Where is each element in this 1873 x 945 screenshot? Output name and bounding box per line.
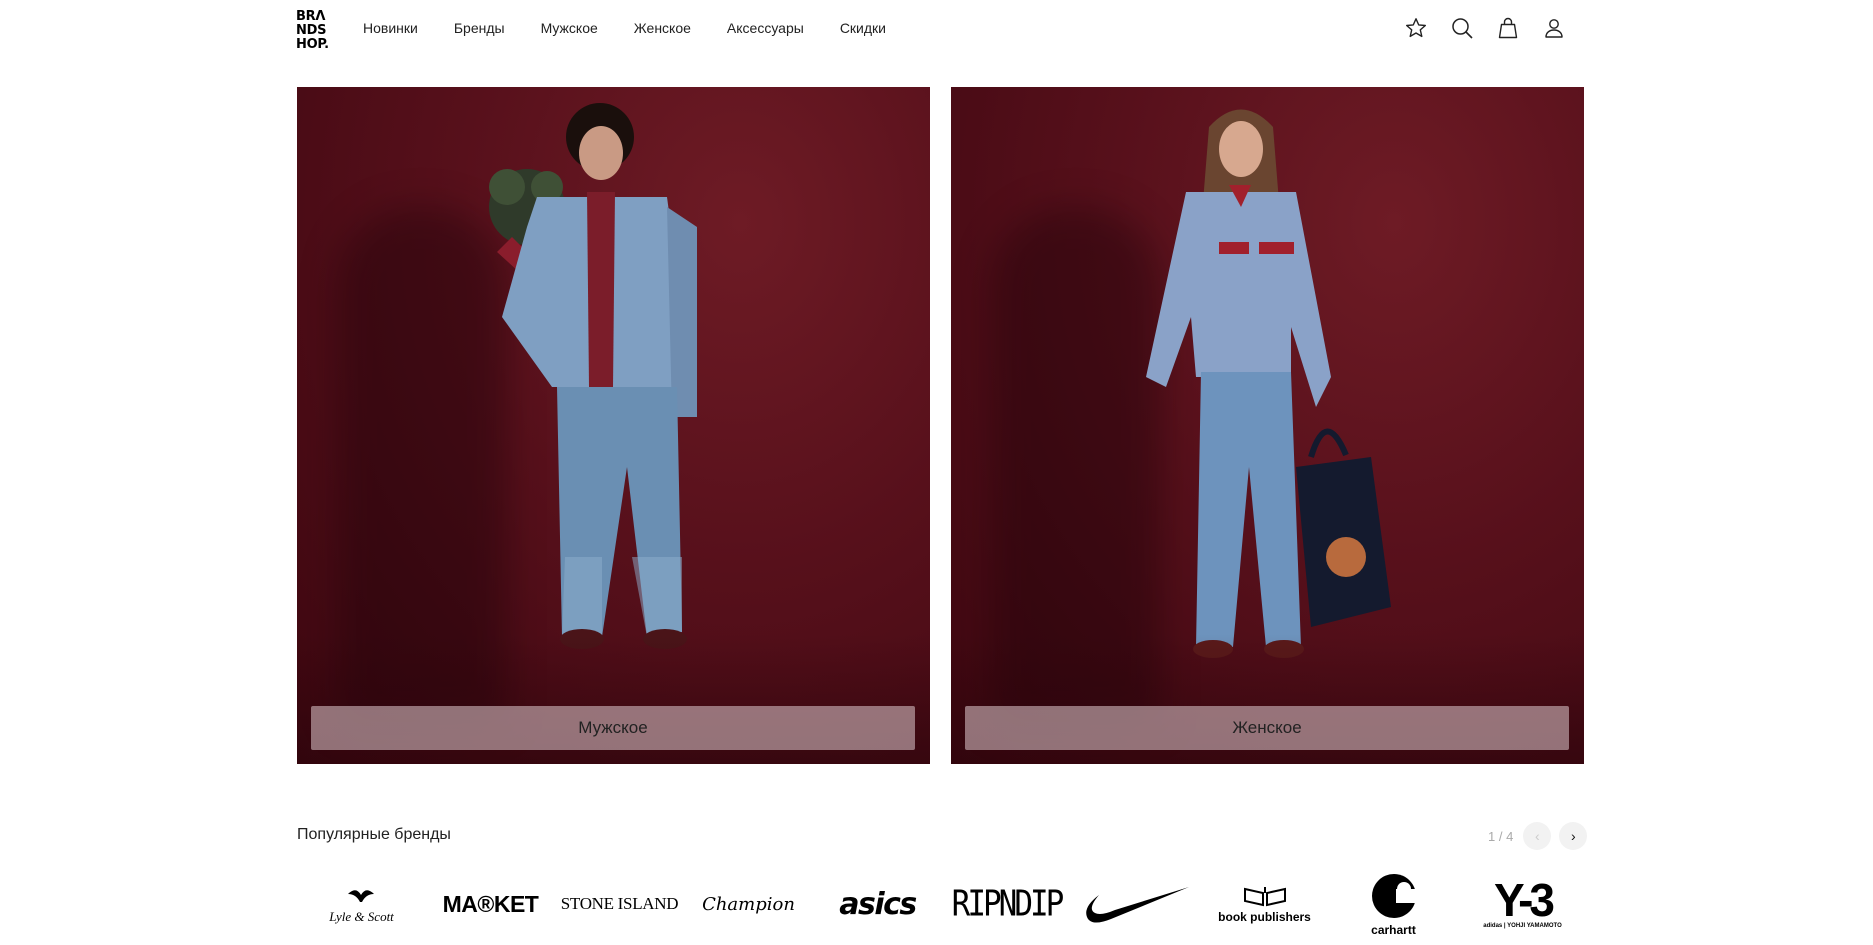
- logo-line-3: HOP.: [296, 37, 329, 52]
- brand-y3[interactable]: Y-3 adidas | YOHJI YAMAMOTO: [1458, 866, 1587, 942]
- nav-sale[interactable]: Скидки: [840, 20, 886, 36]
- brand-lyle-scott[interactable]: Lyle & Scott: [297, 866, 426, 942]
- page-indicator: 1 / 4: [1488, 828, 1514, 844]
- champion-logo: Champion: [702, 893, 795, 915]
- brand-market[interactable]: MA®KET: [426, 866, 555, 942]
- next-page-button[interactable]: ›: [1559, 822, 1588, 850]
- stone-island-logo: STONE ISLAND: [560, 894, 679, 913]
- women-hero-card[interactable]: Женское: [951, 87, 1584, 764]
- chevron-left-icon: ‹: [1534, 828, 1540, 844]
- bag-icon[interactable]: [1496, 16, 1520, 40]
- eagle-icon: [348, 889, 375, 902]
- logo-line-1: BRΛ: [296, 9, 326, 24]
- brand-nike[interactable]: [1071, 866, 1200, 942]
- nike-swoosh-icon: [1085, 887, 1189, 923]
- book-publishers-logo: book publishers: [1218, 885, 1311, 924]
- ripndip-logo: RIPNDIP: [951, 883, 1065, 925]
- women-category-button[interactable]: Женское: [965, 706, 1569, 750]
- brand-book-publishers[interactable]: book publishers: [1200, 866, 1329, 942]
- nav-brands[interactable]: Бренды: [454, 20, 505, 36]
- market-logo: MA®KET: [442, 890, 539, 917]
- user-icon[interactable]: [1542, 16, 1566, 40]
- men-category-button[interactable]: Мужское: [311, 706, 915, 750]
- brand-asics[interactable]: asics: [813, 866, 942, 942]
- lyle-scott-logo: Lyle & Scott: [329, 886, 394, 923]
- popular-brands-title: Популярные бренды: [297, 826, 451, 843]
- nav-women[interactable]: Женское: [634, 20, 691, 36]
- search-icon[interactable]: [1450, 16, 1474, 40]
- brand-stone-island[interactable]: STONE ISLAND: [555, 866, 684, 942]
- brand-logo-row: Lyle & Scott MA®KET STONE ISLAND Champio…: [297, 866, 1587, 942]
- chevron-right-icon: ›: [1570, 828, 1576, 844]
- prev-page-button[interactable]: ‹: [1523, 822, 1552, 850]
- brand-carhartt[interactable]: carhartt: [1329, 866, 1458, 942]
- brandshop-logo[interactable]: BRΛ NDS HOP.: [296, 10, 330, 52]
- men-hero-card[interactable]: Мужское: [297, 87, 930, 764]
- open-book-icon: [1243, 886, 1286, 906]
- brands-pager: 1 / 4 ‹ ›: [1488, 822, 1588, 850]
- brand-ripndip[interactable]: RIPNDIP: [942, 866, 1071, 942]
- nav-accessories[interactable]: Аксессуары: [727, 20, 804, 36]
- brand-champion[interactable]: Champion: [684, 866, 813, 942]
- y3-logo: Y-3 adidas | YOHJI YAMAMOTO: [1483, 874, 1562, 929]
- carhartt-logo: carhartt: [1370, 872, 1418, 937]
- carhartt-c-icon: [1371, 873, 1418, 918]
- header-actions: [1404, 16, 1566, 40]
- site-header: BRΛ NDS HOP. Новинки Бренды Мужское Женс…: [0, 0, 1873, 64]
- main-nav: Новинки Бренды Мужское Женское Аксессуар…: [363, 20, 922, 36]
- star-icon[interactable]: [1404, 16, 1428, 40]
- logo-line-2: NDS: [296, 23, 327, 38]
- nav-men[interactable]: Мужское: [541, 20, 598, 36]
- asics-logo: asics: [839, 886, 917, 922]
- nav-new[interactable]: Новинки: [363, 20, 418, 36]
